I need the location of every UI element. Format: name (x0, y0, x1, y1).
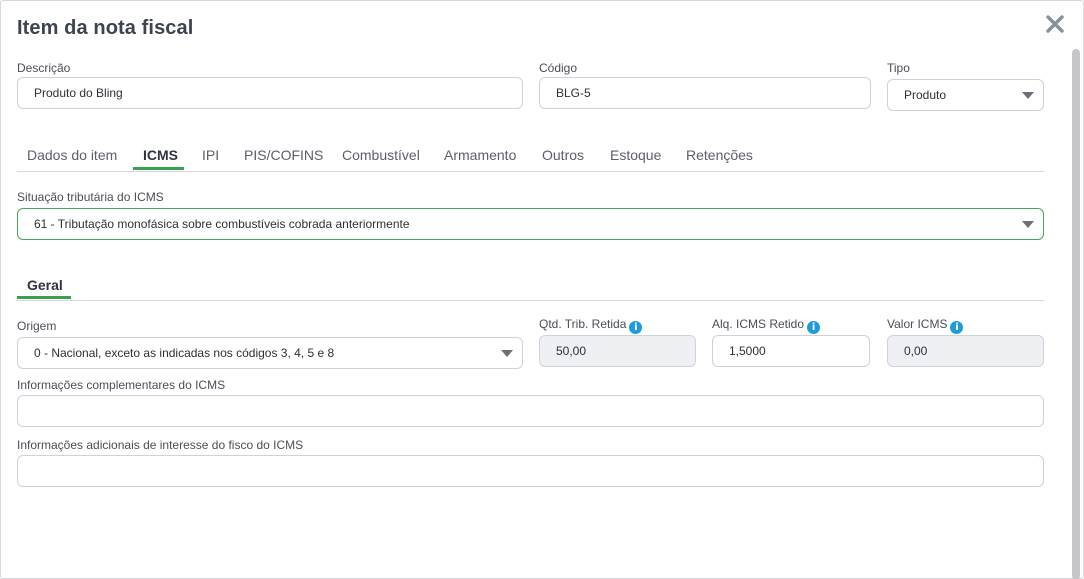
tab-ipi[interactable]: IPI (202, 147, 219, 163)
info-icon[interactable]: i (807, 321, 821, 334)
chevron-down-icon (501, 350, 513, 357)
codigo-input[interactable]: BLG-5 (539, 77, 871, 109)
codigo-label: Código (539, 61, 578, 75)
situacao-value: 61 - Tributação monofásica sobre combust… (34, 217, 410, 231)
aliq-label: Alq. ICMS Retido i (712, 317, 821, 334)
tab-bar: Dados do item ICMS IPI PIS/COFINS Combus… (17, 147, 1044, 172)
tab-retencoes[interactable]: Retenções (686, 147, 753, 163)
info-compl-input[interactable] (17, 395, 1044, 427)
modal-title: Item da nota fiscal (17, 17, 194, 39)
subtab-bar: Geral (17, 277, 1044, 301)
tab-estoque[interactable]: Estoque (610, 147, 661, 163)
tab-dados-do-item[interactable]: Dados do item (27, 147, 117, 163)
valor-icms-label-text: Valor ICMS (887, 317, 948, 331)
origem-value: 0 - Nacional, exceto as indicadas nos có… (34, 346, 335, 360)
origem-select[interactable]: 0 - Nacional, exceto as indicadas nos có… (17, 337, 523, 369)
situacao-label: Situação tributária do ICMS (17, 190, 164, 204)
tab-pis-cofins[interactable]: PIS/COFINS (244, 147, 323, 163)
qtd-trib-field: 50,00 (539, 335, 696, 367)
tab-armamento[interactable]: Armamento (444, 147, 516, 163)
tipo-select[interactable]: Produto (887, 79, 1044, 111)
active-subtab-indicator (17, 296, 71, 299)
valor-icms-label: Valor ICMS i (887, 317, 964, 334)
qtd-trib-label: Qtd. Trib. Retida i (539, 317, 643, 334)
info-icon[interactable]: i (950, 321, 964, 334)
descricao-label: Descrição (17, 61, 71, 75)
active-tab-indicator (133, 167, 184, 170)
subtab-geral[interactable]: Geral (27, 277, 63, 293)
tab-combustivel[interactable]: Combustível (342, 147, 420, 163)
valor-icms-field: 0,00 (887, 335, 1044, 367)
aliq-input[interactable]: 1,5000 (712, 335, 870, 367)
tab-icms[interactable]: ICMS (143, 147, 178, 163)
situacao-select[interactable]: 61 - Tributação monofásica sobre combust… (17, 208, 1044, 240)
info-fisco-input[interactable] (17, 455, 1044, 487)
chevron-down-icon (1022, 92, 1034, 99)
descricao-input[interactable]: Produto do Bling (17, 77, 523, 109)
tipo-value: Produto (904, 88, 947, 102)
qtd-trib-label-text: Qtd. Trib. Retida (539, 317, 627, 331)
tipo-label: Tipo (887, 61, 910, 75)
close-icon[interactable] (1044, 13, 1066, 35)
chevron-down-icon (1022, 221, 1034, 228)
tab-outros[interactable]: Outros (542, 147, 584, 163)
info-icon[interactable]: i (629, 321, 643, 334)
item-nota-fiscal-modal: Item da nota fiscal Descrição Produto do… (0, 0, 1084, 579)
aliq-label-text: Alq. ICMS Retido (712, 317, 805, 331)
info-fisco-label: Informações adicionais de interesse do f… (17, 438, 304, 452)
info-compl-label: Informações complementares do ICMS (17, 378, 226, 392)
origem-label: Origem (17, 319, 57, 333)
scrollbar[interactable] (1072, 49, 1080, 579)
